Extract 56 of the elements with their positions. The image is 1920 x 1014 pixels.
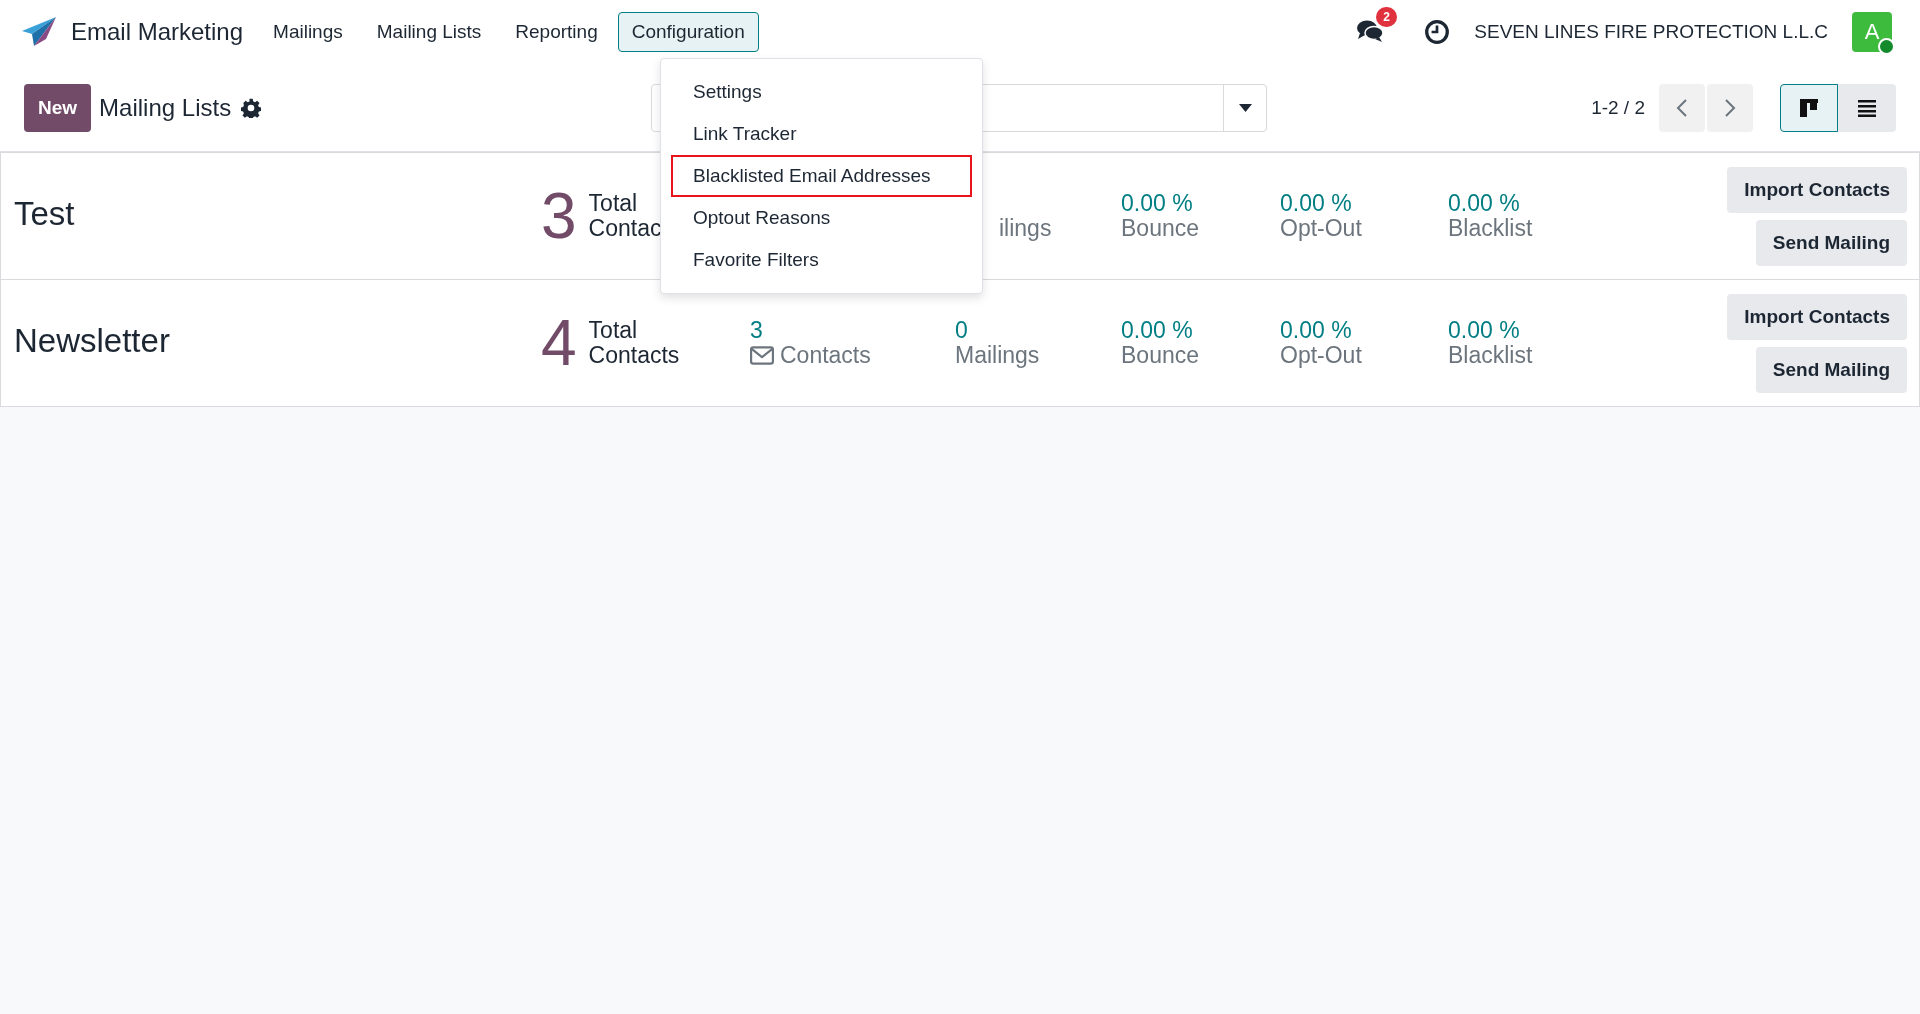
dropdown-item[interactable]: Favorite Filters: [671, 239, 972, 281]
stat-label: Opt-Out: [1280, 343, 1362, 369]
total-label: Total Contacts: [588, 317, 681, 369]
list-name: Test: [14, 195, 76, 234]
stat-value[interactable]: 3: [750, 317, 955, 343]
paper-plane-logo-icon[interactable]: [22, 17, 56, 47]
app-title[interactable]: Email Marketing: [71, 18, 244, 46]
stat-value[interactable]: 0.00 %: [1448, 317, 1728, 343]
notification-badge: 2: [1376, 7, 1397, 27]
previous-button[interactable]: [1659, 83, 1705, 132]
chevron-left-icon: [1676, 97, 1688, 118]
stat-value[interactable]: 0.00 %: [1121, 317, 1280, 343]
stat-label: Bounce: [1121, 216, 1199, 242]
company-name[interactable]: SEVEN LINES FIRE PROTECTION L.L.C: [1474, 21, 1828, 43]
kanban-view-button[interactable]: [1780, 83, 1838, 132]
new-button[interactable]: New: [24, 83, 92, 132]
pager-value: 1-2 / 2: [1591, 96, 1645, 119]
stat-value[interactable]: 0.00 %: [1448, 190, 1728, 216]
stat-value[interactable]: 0.00 %: [1280, 317, 1448, 343]
chevron-right-icon: [1724, 97, 1736, 118]
send-mailing-button[interactable]: Send Mailing: [1755, 219, 1907, 266]
stat-label: Opt-Out: [1280, 216, 1362, 242]
import-contacts-button[interactable]: Import Contacts: [1727, 166, 1907, 213]
envelope-icon: [750, 346, 774, 366]
clock-icon[interactable]: [1424, 19, 1451, 45]
dropdown-item[interactable]: Settings: [671, 71, 972, 113]
menu-item[interactable]: Mailings: [259, 12, 357, 52]
menu-item[interactable]: Configuration: [617, 12, 759, 52]
dropdown-item[interactable]: Blacklisted Email Addresses: [671, 155, 972, 197]
stat-label: ilings: [999, 215, 1052, 242]
menu-item[interactable]: Mailing Lists: [362, 12, 496, 52]
next-button[interactable]: [1707, 83, 1753, 132]
stat-value[interactable]: 0.00 %: [1280, 190, 1448, 216]
chat-bubbles-icon[interactable]: [1356, 19, 1385, 43]
total-count: 4: [541, 311, 577, 375]
import-contacts-button[interactable]: Import Contacts: [1727, 293, 1907, 340]
dropdown-item[interactable]: Optout Reasons: [671, 197, 972, 239]
total-count: 3: [541, 184, 577, 248]
dropdown-item[interactable]: Link Tracker: [671, 113, 972, 155]
breadcrumb-title: Mailing Lists: [99, 93, 232, 122]
total-label: Total Contac: [588, 190, 663, 242]
stat-label: Bounce: [1121, 343, 1199, 369]
settings-icon[interactable]: [241, 97, 262, 118]
list-view-button[interactable]: [1838, 83, 1896, 132]
stat-label: Mailings: [955, 343, 1040, 369]
stat-label: Blacklist: [1448, 343, 1533, 369]
stat-value[interactable]: 0: [955, 317, 1121, 343]
list-name: Newsletter: [14, 322, 171, 361]
stat-label: Contacts: [780, 343, 871, 369]
send-mailing-button[interactable]: Send Mailing: [1755, 346, 1907, 393]
caret-icon[interactable]: [1238, 103, 1252, 112]
stat-label: Blacklist: [1448, 216, 1533, 242]
list-icon: [1857, 97, 1877, 118]
kanban-icon: [1799, 97, 1819, 118]
menu-item[interactable]: Reporting: [501, 12, 612, 52]
stat-value[interactable]: 0.00 %: [1121, 190, 1280, 216]
